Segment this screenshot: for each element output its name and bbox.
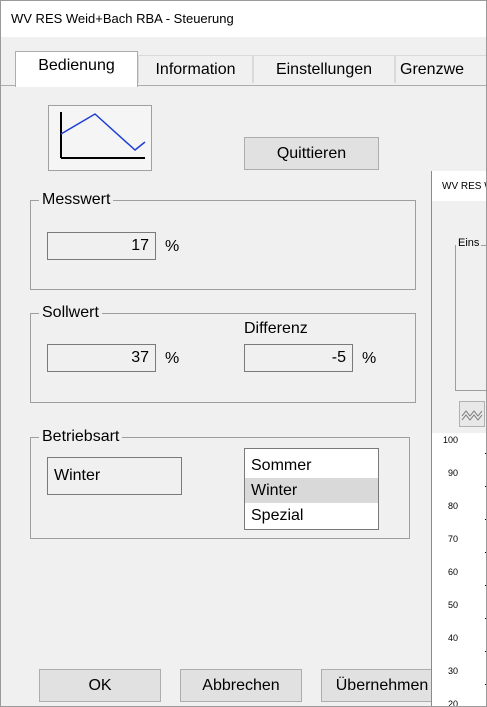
axis-tick-100: 100 xyxy=(442,435,458,445)
overlay-window-title: WV RES W xyxy=(442,181,486,192)
sollwert-legend: Sollwert xyxy=(39,304,102,322)
messwert-unit: % xyxy=(165,238,180,255)
betriebsart-current-field: Winter xyxy=(47,457,182,495)
option-spezial[interactable]: Spezial xyxy=(245,503,378,528)
differenz-unit: % xyxy=(362,350,377,367)
axis-tick-90: 90 xyxy=(447,468,458,478)
differenz-label: Differenz xyxy=(244,320,308,337)
axis-tick-20: 20 xyxy=(447,699,458,707)
sollwert-field: 37 xyxy=(47,344,156,372)
uebernehmen-button[interactable]: Übernehmen xyxy=(321,669,443,702)
option-sommer[interactable]: Sommer xyxy=(245,453,378,478)
trend-graph-button[interactable] xyxy=(48,105,152,171)
messwert-legend: Messwert xyxy=(39,191,114,209)
betriebsart-legend: Betriebsart xyxy=(39,428,123,446)
main-window: WV RES Weid+Bach RBA - Steuerung Bedienu… xyxy=(0,0,487,707)
tab-bedienung[interactable]: Bedienung xyxy=(15,51,138,87)
overlay-einstellungen-group xyxy=(455,245,486,391)
betriebsart-listbox[interactable]: Sommer Winter Spezial xyxy=(244,448,379,530)
tab-information[interactable]: Information xyxy=(138,55,253,83)
axis-tick-60: 60 xyxy=(447,567,458,577)
differenz-field: -5 xyxy=(244,344,353,372)
overlay-window[interactable]: WV RES W Eins 100 90 80 70 60 50 40 30 2… xyxy=(431,171,486,707)
tab-strip: Bedienung Information Einstellungen Gren… xyxy=(1,51,486,131)
quittieren-button[interactable]: Quittieren xyxy=(244,137,379,170)
trend-graph-icon xyxy=(60,112,146,159)
messwert-field: 17 xyxy=(47,232,156,260)
ok-button[interactable]: OK xyxy=(39,669,161,702)
title-bar: WV RES Weid+Bach RBA - Steuerung xyxy=(1,1,486,37)
tab-grenzwerte[interactable]: Grenzwe xyxy=(395,55,486,83)
overlay-group-label: Eins xyxy=(456,237,482,249)
option-winter[interactable]: Winter xyxy=(245,478,378,503)
axis-tick-30: 30 xyxy=(447,666,458,676)
overlay-window-body: Eins 100 90 80 70 60 50 40 30 20 xyxy=(432,201,486,707)
axis-tick-50: 50 xyxy=(447,600,458,610)
tab-einstellungen[interactable]: Einstellungen xyxy=(253,55,395,83)
sollwert-unit: % xyxy=(165,350,180,367)
axis-tick-70: 70 xyxy=(447,534,458,544)
waveform-icon[interactable] xyxy=(459,401,485,427)
abbrechen-button[interactable]: Abbrechen xyxy=(180,669,302,702)
axis-tick-80: 80 xyxy=(447,501,458,511)
axis-tick-40: 40 xyxy=(447,633,458,643)
overlay-axis-chart: 100 90 80 70 60 50 40 30 20 xyxy=(432,433,486,707)
window-title: WV RES Weid+Bach RBA - Steuerung xyxy=(11,11,234,26)
